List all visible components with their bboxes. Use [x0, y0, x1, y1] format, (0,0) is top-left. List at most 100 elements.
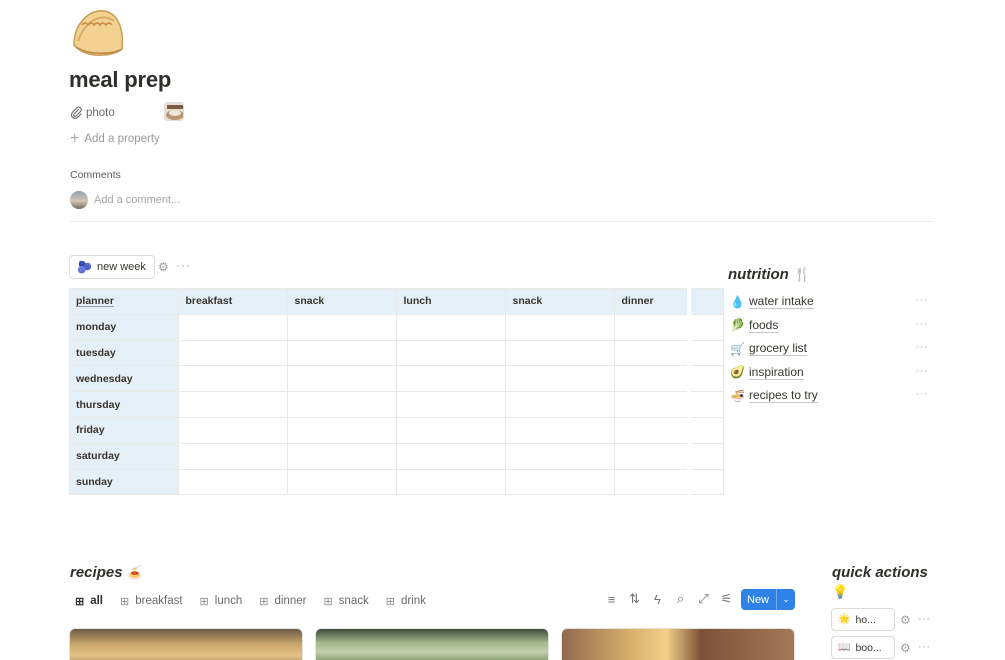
page-title[interactable]: meal prep — [69, 67, 171, 93]
row-header[interactable]: wednesday — [69, 365, 179, 393]
table-cell[interactable] — [395, 313, 506, 341]
table-cell[interactable] — [177, 416, 288, 444]
more-icon[interactable]: ··· — [916, 318, 929, 330]
search-icon[interactable]: ⌕ — [669, 591, 692, 607]
table-cell[interactable] — [504, 313, 615, 341]
more-icon[interactable]: ··· — [918, 641, 931, 653]
gear-icon[interactable]: ⚙ — [900, 641, 911, 655]
more-icon[interactable]: ··· — [916, 341, 929, 353]
table-cell[interactable] — [177, 391, 288, 418]
nutrition-item-grocery-list[interactable]: 🛒 grocery list ··· — [730, 337, 930, 361]
nutrition-item-inspiration[interactable]: 🥑 inspiration ··· — [730, 361, 930, 385]
table-cell[interactable] — [395, 365, 506, 393]
property-photo-label: photo — [86, 107, 115, 119]
table-cell[interactable] — [177, 442, 288, 470]
tab-drink[interactable]: ⊞ drink — [386, 592, 426, 610]
column-header[interactable]: breakfast — [177, 288, 288, 315]
table-cell[interactable] — [286, 416, 397, 444]
quick-action-button[interactable]: 🌟 ho... — [831, 608, 895, 631]
gallery-icon: ⊞ — [75, 595, 85, 608]
column-header[interactable]: planner — [69, 288, 179, 315]
table-cell[interactable] — [504, 442, 615, 470]
tab-snack[interactable]: ⊞ snack — [323, 592, 368, 610]
nutrition-item-foods[interactable]: 🥬 foods ··· — [730, 314, 930, 338]
new-recipe-button[interactable]: New ⌄ — [741, 589, 795, 610]
row-header[interactable]: tuesday — [69, 339, 179, 367]
table-cell[interactable] — [395, 391, 506, 418]
nutrition-item-recipes-to-try[interactable]: 🍜 recipes to try ··· — [730, 384, 930, 408]
table-cell[interactable] — [613, 313, 724, 341]
table-cell[interactable] — [504, 468, 615, 496]
table-cell[interactable] — [286, 365, 397, 393]
more-icon[interactable]: ··· — [916, 388, 929, 400]
table-cell[interactable] — [177, 468, 288, 496]
filter-icon[interactable]: ≡ — [600, 592, 623, 607]
more-icon[interactable]: ··· — [918, 613, 931, 625]
row-header[interactable]: thursday — [69, 391, 179, 418]
quick-action-button[interactable]: 📖 boo... — [831, 636, 895, 659]
recipe-card[interactable] — [69, 628, 303, 660]
table-cell[interactable] — [395, 339, 506, 367]
dumpling-icon[interactable] — [68, 5, 128, 61]
column-header[interactable]: dinner — [613, 288, 724, 315]
database-toolbar: ≡ ⇅ ϟ ⌕ ⤢ ⚟ — [600, 591, 738, 607]
comment-input[interactable]: Add a comment... — [70, 191, 180, 209]
table-row: tuesday — [69, 339, 724, 367]
table-cell[interactable] — [177, 313, 288, 341]
new-week-button[interactable]: 🫐 new week — [69, 255, 155, 279]
tab-breakfast[interactable]: ⊞ breakfast — [120, 592, 183, 610]
row-header[interactable]: saturday — [69, 442, 179, 470]
table-cell[interactable] — [613, 391, 724, 418]
sort-icon[interactable]: ⇅ — [623, 591, 646, 607]
table-cell[interactable] — [504, 365, 615, 393]
tab-all[interactable]: ⊞ all — [75, 592, 103, 610]
more-icon[interactable]: ··· — [916, 294, 929, 306]
tab-lunch[interactable]: ⊞ lunch — [200, 592, 243, 610]
column-header[interactable]: snack — [504, 288, 615, 315]
row-header[interactable]: sunday — [69, 468, 179, 496]
table-cell[interactable] — [286, 442, 397, 470]
table-cell[interactable] — [613, 365, 724, 393]
table-cell[interactable] — [504, 339, 615, 367]
table-cell[interactable] — [286, 468, 397, 496]
column-header[interactable]: snack — [286, 288, 397, 315]
tab-dinner[interactable]: ⊞ dinner — [259, 592, 306, 610]
tab-label: all — [90, 595, 104, 607]
add-property-button[interactable]: + Add a property — [70, 131, 160, 147]
table-cell[interactable] — [395, 416, 506, 444]
gear-icon[interactable]: ⚙ — [158, 260, 169, 274]
automation-lightning-icon[interactable]: ϟ — [646, 592, 669, 607]
expand-icon[interactable]: ⤢ — [692, 591, 715, 607]
more-icon[interactable]: ··· — [916, 365, 929, 377]
avocado-icon: 🥑 — [730, 365, 745, 380]
divider — [70, 221, 934, 222]
property-photo[interactable]: photo — [70, 103, 115, 123]
row-header[interactable]: friday — [69, 416, 179, 444]
photo-thumbnail[interactable] — [164, 102, 184, 121]
recipes-heading: recipes 🍝 — [70, 564, 143, 581]
table-cell[interactable] — [395, 442, 506, 470]
table-cell[interactable] — [177, 365, 288, 393]
table-cell[interactable] — [395, 468, 506, 496]
tab-label: dinner — [274, 595, 307, 607]
recipe-card[interactable] — [315, 628, 549, 660]
column-header[interactable]: lunch — [395, 288, 506, 315]
table-cell[interactable] — [613, 468, 724, 496]
avatar — [70, 191, 88, 209]
more-icon[interactable]: ··· — [176, 258, 191, 272]
table-cell[interactable] — [613, 416, 724, 444]
table-cell[interactable] — [286, 391, 397, 418]
table-cell[interactable] — [286, 339, 397, 367]
nutrition-item-water-intake[interactable]: 💧 water intake ··· — [730, 290, 930, 314]
table-cell[interactable] — [504, 416, 615, 444]
settings-sliders-icon[interactable]: ⚟ — [715, 591, 738, 607]
gear-icon[interactable]: ⚙ — [900, 613, 911, 627]
row-header[interactable]: monday — [69, 313, 179, 341]
table-cell[interactable] — [286, 313, 397, 341]
table-cell[interactable] — [504, 391, 615, 418]
chevron-down-icon[interactable]: ⌄ — [777, 594, 795, 605]
table-cell[interactable] — [613, 339, 724, 367]
table-cell[interactable] — [613, 442, 724, 470]
recipe-card[interactable] — [561, 628, 795, 660]
table-cell[interactable] — [177, 339, 288, 367]
